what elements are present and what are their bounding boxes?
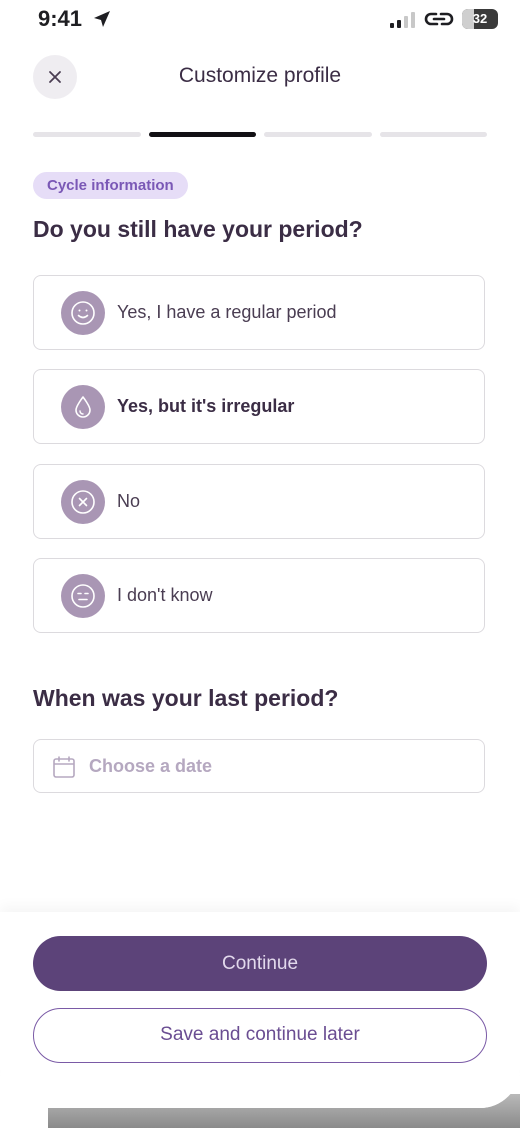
- question-last-period-heading: When was your last period?: [33, 685, 339, 711]
- option-dont-know[interactable]: I don't know: [33, 558, 485, 633]
- progress-step-3: [264, 132, 372, 137]
- option-irregular-period[interactable]: Yes, but it's irregular: [33, 369, 485, 444]
- battery-icon: 32: [462, 9, 498, 29]
- cellular-signal-icon: [390, 12, 415, 28]
- phone-screen: 9:41 32 Customize profile Cycle informat…: [0, 0, 520, 1108]
- date-placeholder: Choose a date: [89, 756, 213, 776]
- progress-step-4: [379, 132, 487, 137]
- circle-x-icon: [61, 480, 105, 524]
- status-bar: 9:41 32: [0, 6, 520, 34]
- calendar-icon: [53, 756, 75, 778]
- battery-level-fill: [462, 9, 474, 29]
- progress-step-1: [33, 132, 141, 137]
- section-chip: Cycle information: [33, 172, 188, 199]
- droplet-icon: [61, 385, 105, 429]
- option-label: Yes, but it's irregular: [117, 396, 295, 416]
- battery-percentage: 32: [472, 11, 488, 26]
- date-picker-field[interactable]: Choose a date: [33, 739, 485, 793]
- step-progress-bar: [33, 132, 487, 137]
- smile-face-icon: [61, 291, 105, 335]
- save-continue-later-button[interactable]: Save and continue later: [33, 1008, 487, 1063]
- option-no[interactable]: No: [33, 464, 485, 539]
- link-icon: [424, 12, 454, 26]
- progress-step-2: [148, 132, 256, 137]
- status-time: 9:41: [38, 6, 83, 31]
- footer: Continue Save and continue later: [0, 912, 520, 1108]
- neutral-face-icon: [61, 574, 105, 618]
- page-title: Customize profile: [178, 64, 342, 87]
- option-regular-period[interactable]: Yes, I have a regular period: [33, 275, 485, 350]
- question-period-heading: Do you still have your period?: [33, 216, 363, 242]
- option-label: Yes, I have a regular period: [117, 302, 337, 322]
- option-label: I don't know: [117, 585, 213, 605]
- continue-button[interactable]: Continue: [33, 936, 487, 991]
- location-arrow-icon: [94, 11, 110, 27]
- option-label: No: [117, 491, 141, 511]
- screen: 9:41 32 Customize profile Cycle informat…: [0, 0, 520, 1128]
